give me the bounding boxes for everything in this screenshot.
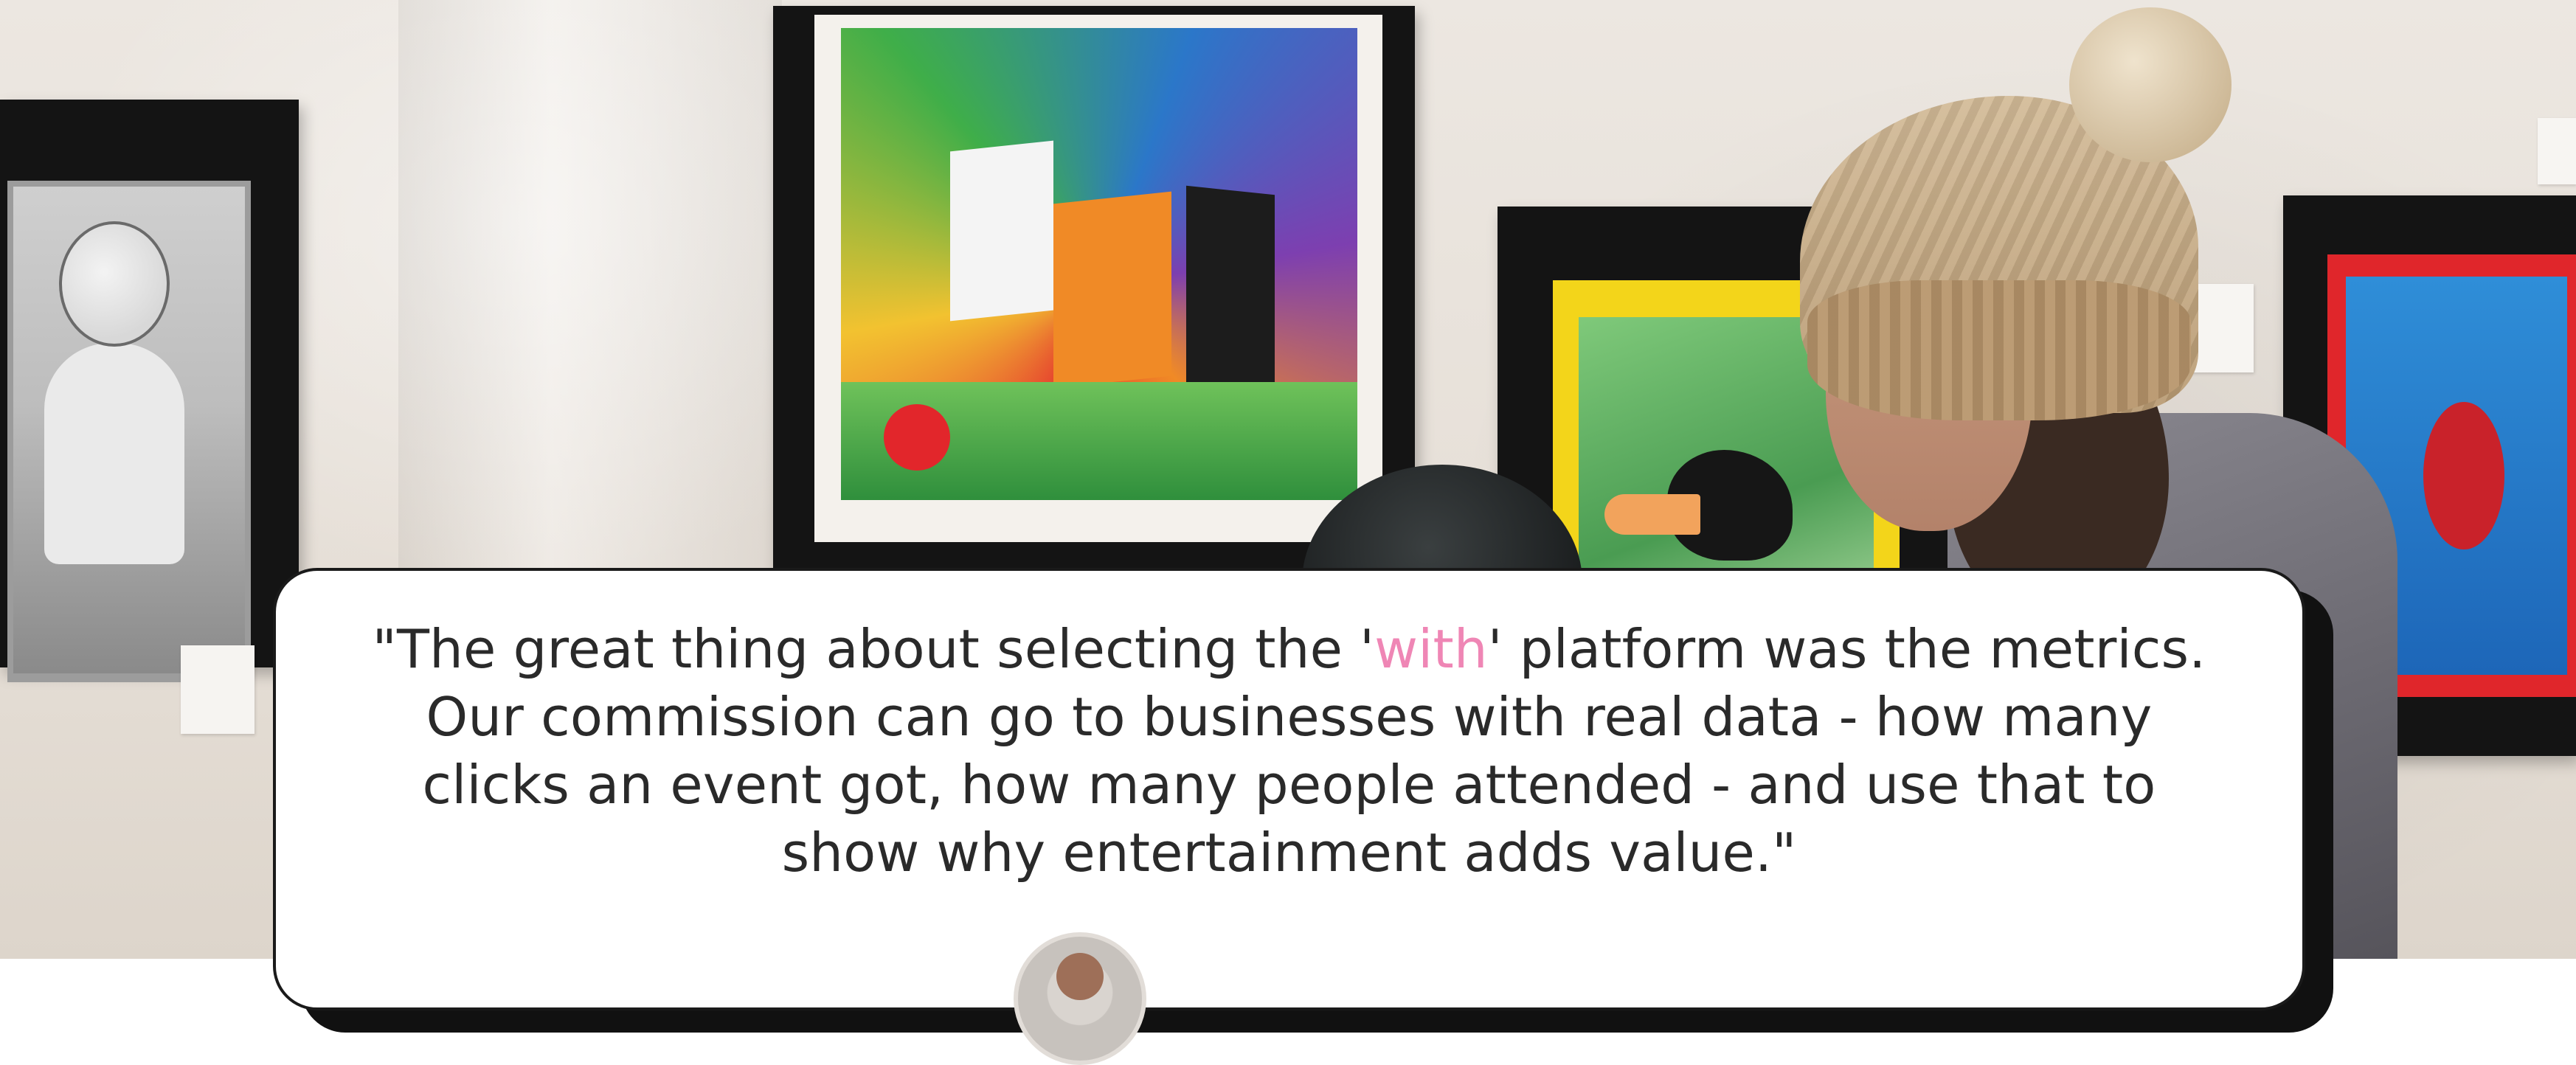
testimonial-quote: "The great thing about selecting the 'wi… (364, 615, 2214, 887)
artwork-label-card (2538, 118, 2576, 184)
quote-text-start: "The great thing about selecting the ' (372, 618, 1375, 680)
visitor-hat-band (1807, 280, 2191, 420)
quote-highlight: with (1374, 618, 1488, 680)
artwork-figure-head (59, 221, 170, 347)
visitor-hat-pompom (2069, 7, 2232, 162)
artwork-bird (2423, 402, 2504, 549)
artwork-label-card (181, 645, 255, 734)
artwork-flower (884, 404, 950, 471)
artwork-building (1053, 191, 1171, 389)
artwork-portrait-frame (0, 100, 299, 682)
avatar-face (1056, 953, 1104, 1000)
artwork-building (950, 140, 1053, 322)
avatar (1014, 932, 1146, 1065)
testimonial-card: "The great thing about selecting the 'wi… (273, 568, 2305, 1065)
artwork-figure (44, 343, 184, 564)
artwork-city-frame (773, 6, 1415, 574)
artwork-toucan-beak (1604, 494, 1700, 535)
